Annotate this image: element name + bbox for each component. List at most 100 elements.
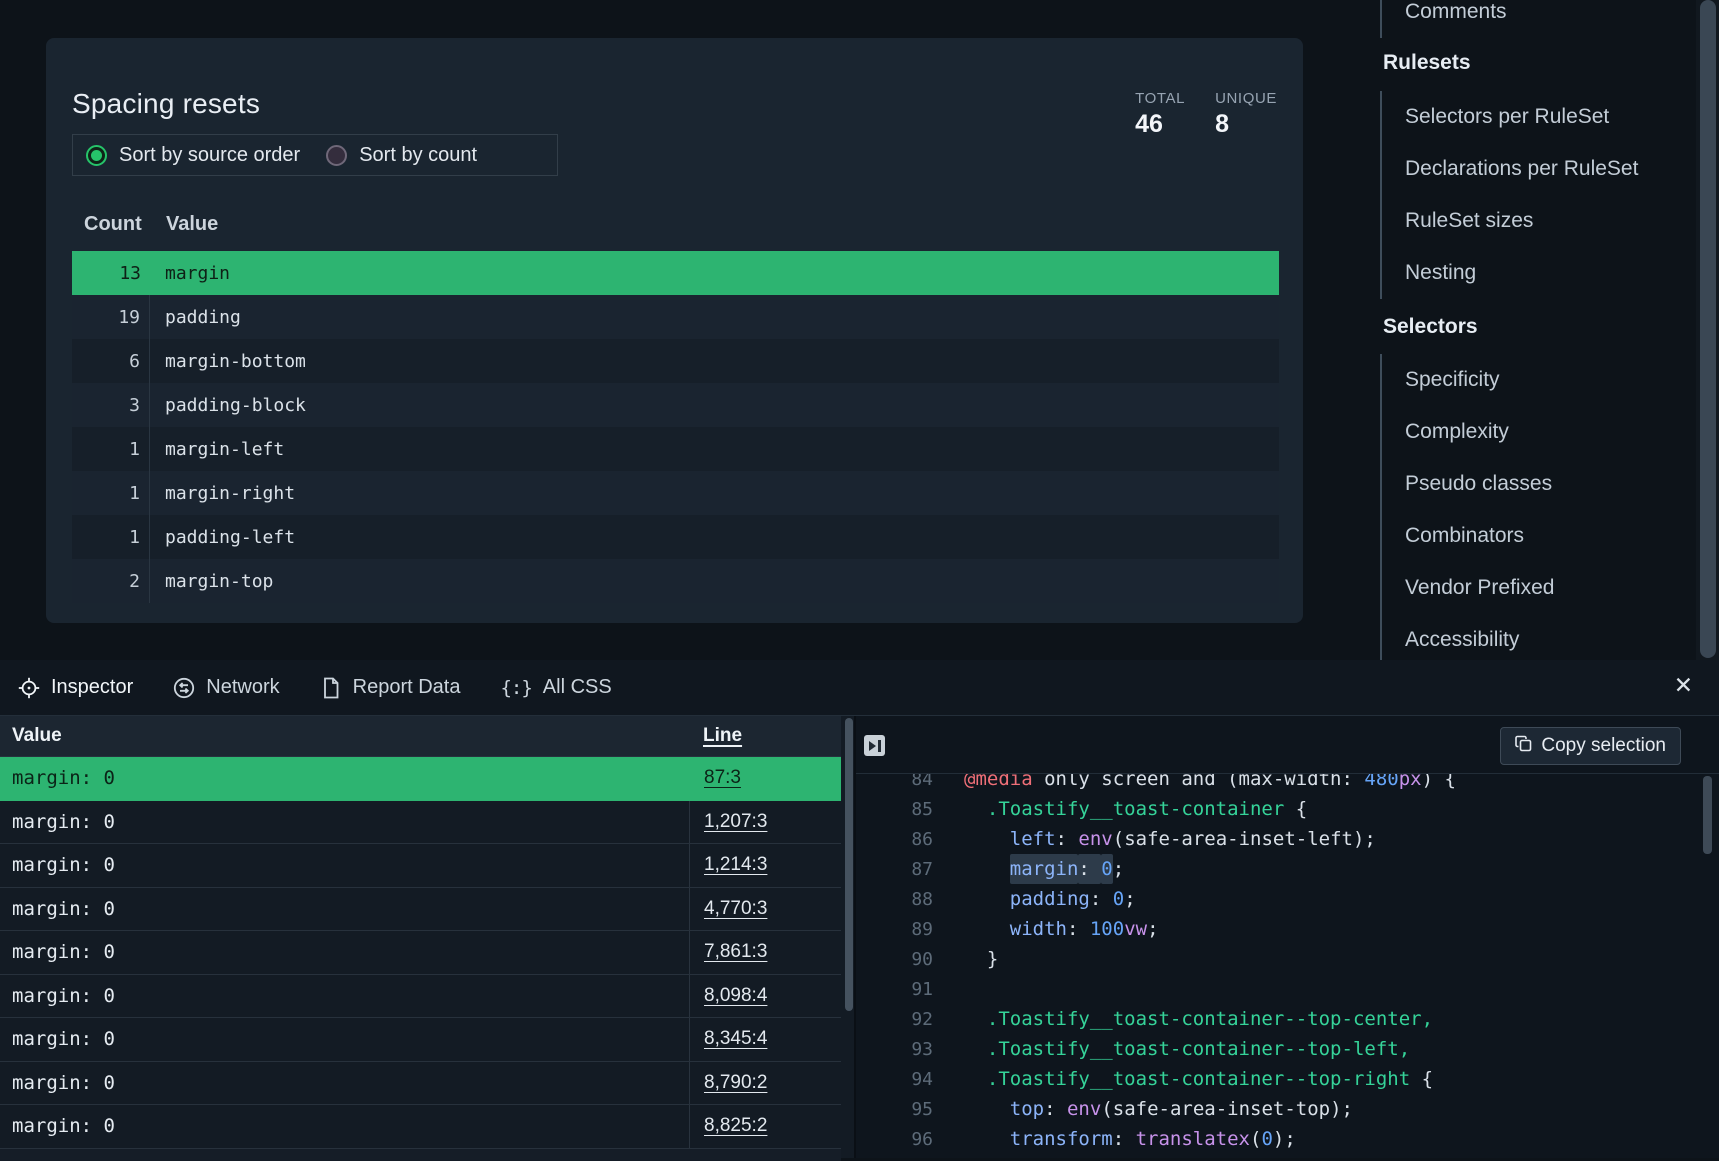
line-link[interactable]: 8,825:2 [704, 1115, 767, 1137]
line-link[interactable]: 1,214:3 [704, 854, 767, 876]
tab-label: All CSS [543, 676, 612, 699]
table-row[interactable]: margin: 07,861:3 [0, 931, 841, 975]
line-link[interactable]: 1,207:3 [704, 811, 767, 833]
row-count: 6 [72, 339, 150, 383]
sidebar-item-complexity[interactable]: Complexity [1405, 406, 1692, 458]
sidebar-item-declarations-per-ruleset[interactable]: Declarations per RuleSet [1405, 143, 1692, 195]
table-row[interactable]: margin: 08,825:2 [0, 1105, 841, 1149]
line-number: 88 [856, 889, 933, 910]
table-row[interactable]: 1margin-right [72, 471, 1279, 515]
page-title: Spacing resets [72, 88, 260, 120]
table-row[interactable]: 6margin-bottom [72, 339, 1279, 383]
code-text: } [933, 948, 998, 970]
code-token [964, 918, 1010, 940]
code-token: @media [964, 774, 1033, 790]
expand-pane-icon[interactable] [864, 735, 885, 756]
sidebar-item-specificity[interactable]: Specificity [1405, 354, 1692, 406]
code-line: 91 [856, 974, 1719, 1004]
code-line: 96 transform: translatex(0); [856, 1124, 1719, 1154]
line-column-header[interactable]: Line [689, 725, 841, 747]
code-scrollbar-thumb[interactable] [1703, 776, 1712, 854]
code-token: transform [1010, 1128, 1113, 1150]
row-value: margin: 0 [0, 844, 689, 887]
tab-inspector[interactable]: Inspector [18, 676, 133, 699]
line-number: 92 [856, 1009, 933, 1030]
sidebar-item-accessibility[interactable]: Accessibility [1405, 614, 1692, 666]
line-number: 93 [856, 1039, 933, 1060]
stat-total-value: 46 [1135, 110, 1185, 139]
tab-report-data[interactable]: Report Data [320, 676, 461, 699]
row-line-cell: 1,207:3 [689, 801, 841, 844]
count-column-header: Count [72, 213, 150, 236]
table-row[interactable]: margin: 0 8,345:4 [0, 1018, 841, 1062]
table-row[interactable]: margin: 04,770:3 [0, 888, 841, 932]
sidebar-item-ruleset-sizes[interactable]: RuleSet sizes [1405, 195, 1692, 247]
declarations-table-body: margin: 087:3margin: 01,207:3margin: 01,… [0, 757, 854, 1149]
code-viewer-pane: Copy selection 84@media only screen and … [856, 716, 1719, 1158]
code-token: top [1010, 1098, 1044, 1120]
row-value: margin: 0 [0, 1062, 689, 1105]
line-number: 96 [856, 1129, 933, 1150]
line-link[interactable]: 8,098:4 [704, 985, 767, 1007]
table-row[interactable]: 3padding-block [72, 383, 1279, 427]
row-value: margin: 0 [0, 1018, 689, 1061]
row-count: 19 [72, 295, 150, 339]
code-token [964, 1128, 1010, 1150]
code-token: } [964, 948, 998, 970]
sidebar-item-pseudo-classes[interactable]: Pseudo classes [1405, 458, 1692, 510]
sidebar-header-selectors[interactable]: Selectors [1380, 314, 1692, 340]
page-scrollbar[interactable] [1696, 0, 1719, 660]
code-text: @media only screen and (max-width: 480px… [933, 774, 1456, 790]
line-number: 84 [856, 774, 933, 790]
radio-label: Sort by count [359, 144, 477, 167]
row-value: margin-left [150, 439, 284, 460]
code-token: .Toastify__toast-container--top-right [987, 1068, 1410, 1090]
table-row[interactable]: 2margin-top [72, 559, 1279, 603]
sidebar-item-combinators[interactable]: Combinators [1405, 510, 1692, 562]
tab-all-css[interactable]: {:} All CSS [500, 676, 611, 699]
page-scrollbar-thumb[interactable] [1700, 0, 1716, 658]
table-row[interactable]: margin: 08,098:4 [0, 975, 841, 1019]
row-line-cell: 8,825:2 [689, 1105, 841, 1148]
table-row[interactable]: margin: 01,207:3 [0, 801, 841, 845]
sidebar-item-comments[interactable]: Comments [1405, 0, 1692, 38]
copy-selection-button[interactable]: Copy selection [1500, 727, 1681, 765]
line-number: 89 [856, 919, 933, 940]
code-line: 90 } [856, 944, 1719, 974]
value-column-header: Value [150, 213, 218, 236]
sidebar-item-nesting[interactable]: Nesting [1405, 247, 1692, 299]
close-inspector-button[interactable]: ✕ [1674, 674, 1693, 697]
code-scroll-area[interactable]: 84@media only screen and (max-width: 480… [856, 774, 1719, 1158]
sort-by-source-order-radio[interactable]: Sort by source order [86, 144, 300, 167]
line-link[interactable]: 87:3 [704, 767, 741, 789]
line-link[interactable]: 7,861:3 [704, 941, 767, 963]
row-line-cell: 1,214:3 [689, 844, 841, 887]
code-token: vw [1124, 918, 1147, 940]
table-row[interactable]: margin: 0 8,790:2 [0, 1062, 841, 1106]
sidebar-item-selectors-per-ruleset[interactable]: Selectors per RuleSet [1405, 91, 1692, 143]
value-column-header: Value [0, 725, 689, 747]
inspector-content: Value Line margin: 087:3margin: 01,207:3… [0, 716, 1719, 1158]
table-row[interactable]: 1margin-left [72, 427, 1279, 471]
table-row[interactable]: 19padding [72, 295, 1279, 339]
code-token: ; [1147, 918, 1158, 940]
table-row[interactable]: margin: 0 1,214:3 [0, 844, 841, 888]
row-value: margin-bottom [150, 351, 306, 372]
line-link[interactable]: 4,770:3 [704, 898, 767, 920]
declarations-scrollbar-thumb[interactable] [845, 718, 853, 1011]
line-link[interactable]: 8,345:4 [704, 1028, 767, 1050]
table-row[interactable]: 13margin [72, 251, 1279, 295]
line-link[interactable]: 8,790:2 [704, 1072, 767, 1094]
sidebar-header-rulesets[interactable]: Rulesets [1380, 50, 1692, 76]
code-text: transform: translatex(0); [933, 1128, 1296, 1150]
stat-unique-label: UNIQUE [1215, 90, 1277, 107]
table-row[interactable]: margin: 0 87:3 [0, 757, 841, 801]
table-row[interactable]: 1padding-left [72, 515, 1279, 559]
sidebar-item-vendor-prefixed[interactable]: Vendor Prefixed [1405, 562, 1692, 614]
sort-by-count-radio[interactable]: Sort by count [326, 144, 477, 167]
row-value: margin: 0 [0, 757, 689, 800]
code-token: 100 [1090, 918, 1124, 940]
code-token: { [1284, 798, 1307, 820]
tab-network[interactable]: Network [173, 676, 279, 699]
code-token [964, 1098, 1010, 1120]
